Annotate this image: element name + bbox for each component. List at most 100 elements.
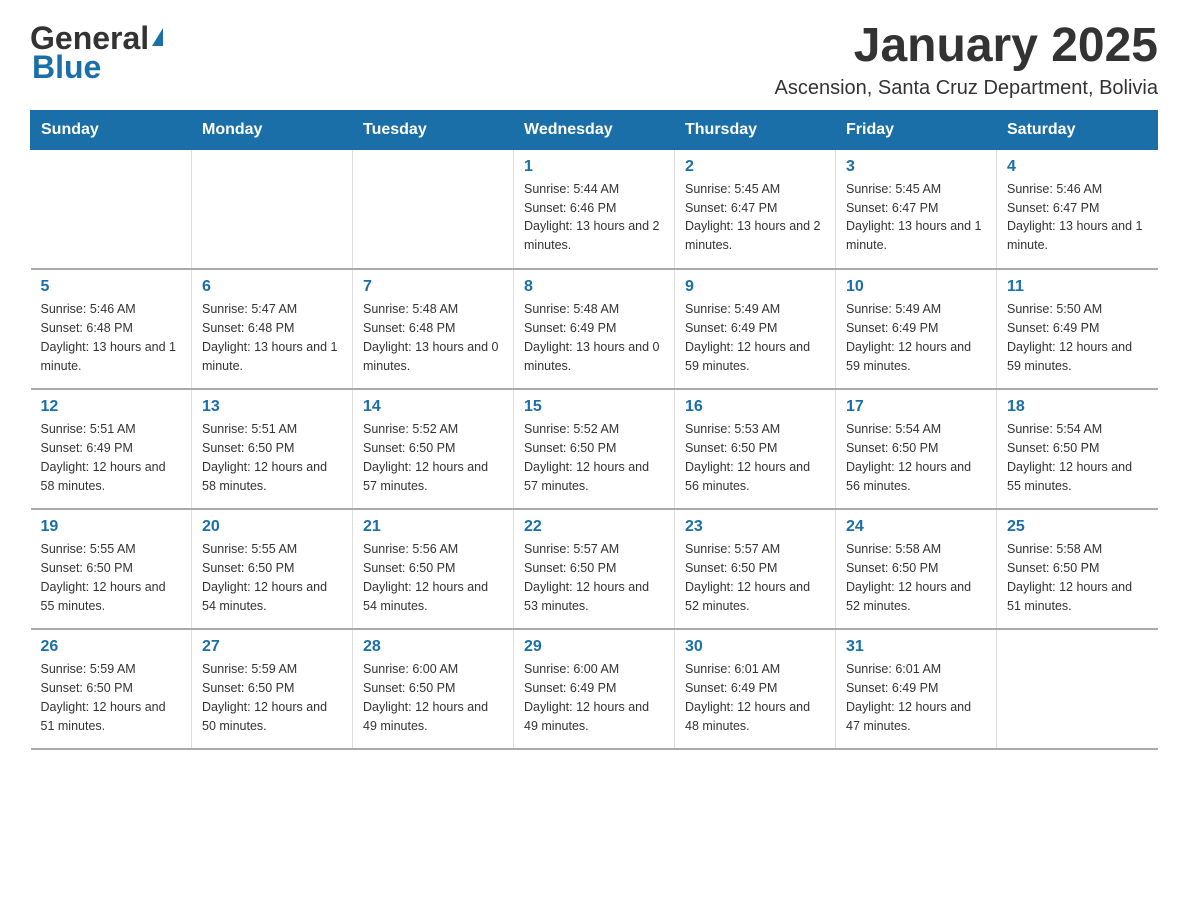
weekday-header-thursday: Thursday bbox=[675, 110, 836, 149]
day-info: Sunrise: 5:57 AM Sunset: 6:50 PM Dayligh… bbox=[524, 540, 664, 615]
day-info: Sunrise: 5:48 AM Sunset: 6:49 PM Dayligh… bbox=[524, 300, 664, 375]
calendar-header-row: SundayMondayTuesdayWednesdayThursdayFrid… bbox=[31, 110, 1158, 149]
day-info: Sunrise: 5:48 AM Sunset: 6:48 PM Dayligh… bbox=[363, 300, 503, 375]
calendar-cell: 21Sunrise: 5:56 AM Sunset: 6:50 PM Dayli… bbox=[353, 509, 514, 629]
calendar-cell: 10 Sunrise: 5:49 AM Sunset: 6:49 PM Dayli… bbox=[836, 269, 997, 389]
day-info: Sunrise: 5:59 AM Sunset: 6:50 PM Dayligh… bbox=[41, 660, 182, 735]
page-title: January 2025 bbox=[774, 20, 1158, 73]
day-info: Sunrise: 5:51 AM Sunset: 6:50 PM Dayligh… bbox=[202, 420, 342, 495]
day-info: Sunrise: 5:49 AM Sunset: 6:49 PM Dayligh… bbox=[685, 300, 825, 375]
calendar-week-1: 1 Sunrise: 5:44 AM Sunset: 6:46 PM Daylig… bbox=[31, 149, 1158, 269]
calendar-cell: 27 Sunrise: 5:59 AM Sunset: 6:50 PM Dayli… bbox=[192, 629, 353, 749]
day-info: Sunrise: 6:01 AM Sunset: 6:49 PM Dayligh… bbox=[685, 660, 825, 735]
day-info: Sunrise: 6:00 AM Sunset: 6:49 PM Dayligh… bbox=[524, 660, 664, 735]
calendar-cell: 3Sunrise: 5:45 AM Sunset: 6:47 PM Daylig… bbox=[836, 149, 997, 269]
day-number: 22 bbox=[524, 518, 664, 536]
logo-triangle-icon bbox=[152, 28, 163, 46]
day-number: 4 bbox=[1007, 158, 1148, 176]
calendar-week-3: 12 Sunrise: 5:51 AM Sunset: 6:49 PM Dayli… bbox=[31, 389, 1158, 509]
title-block: January 2025 Ascension, Santa Cruz Depar… bbox=[774, 20, 1158, 100]
day-info: Sunrise: 5:55 AM Sunset: 6:50 PM Dayligh… bbox=[202, 540, 342, 615]
calendar-cell: 30 Sunrise: 6:01 AM Sunset: 6:49 PM Dayli… bbox=[675, 629, 836, 749]
calendar-cell: 1 Sunrise: 5:44 AM Sunset: 6:46 PM Daylig… bbox=[514, 149, 675, 269]
calendar-cell: 12 Sunrise: 5:51 AM Sunset: 6:49 PM Dayli… bbox=[31, 389, 192, 509]
weekday-header-saturday: Saturday bbox=[997, 110, 1158, 149]
day-number: 5 bbox=[41, 278, 182, 296]
day-info: Sunrise: 5:46 AM Sunset: 6:47 PM Dayligh… bbox=[1007, 180, 1148, 255]
calendar-week-4: 19Sunrise: 5:55 AM Sunset: 6:50 PM Dayli… bbox=[31, 509, 1158, 629]
calendar-cell: 31 Sunrise: 6:01 AM Sunset: 6:49 PM Dayli… bbox=[836, 629, 997, 749]
calendar-cell: 17 Sunrise: 5:54 AM Sunset: 6:50 PM Dayli… bbox=[836, 389, 997, 509]
day-number: 15 bbox=[524, 398, 664, 416]
day-number: 8 bbox=[524, 278, 664, 296]
day-info: Sunrise: 5:58 AM Sunset: 6:50 PM Dayligh… bbox=[846, 540, 986, 615]
day-info: Sunrise: 5:50 AM Sunset: 6:49 PM Dayligh… bbox=[1007, 300, 1148, 375]
calendar-cell bbox=[353, 149, 514, 269]
day-info: Sunrise: 5:45 AM Sunset: 6:47 PM Dayligh… bbox=[685, 180, 825, 255]
day-info: Sunrise: 5:53 AM Sunset: 6:50 PM Dayligh… bbox=[685, 420, 825, 495]
day-number: 24 bbox=[846, 518, 986, 536]
calendar-cell: 16Sunrise: 5:53 AM Sunset: 6:50 PM Dayli… bbox=[675, 389, 836, 509]
day-number: 27 bbox=[202, 638, 342, 656]
day-number: 25 bbox=[1007, 518, 1148, 536]
day-info: Sunrise: 5:52 AM Sunset: 6:50 PM Dayligh… bbox=[524, 420, 664, 495]
day-info: Sunrise: 5:54 AM Sunset: 6:50 PM Dayligh… bbox=[846, 420, 986, 495]
day-number: 10 bbox=[846, 278, 986, 296]
day-info: Sunrise: 5:58 AM Sunset: 6:50 PM Dayligh… bbox=[1007, 540, 1148, 615]
day-number: 1 bbox=[524, 158, 664, 176]
calendar-cell: 5 Sunrise: 5:46 AM Sunset: 6:48 PM Daylig… bbox=[31, 269, 192, 389]
calendar-cell: 6Sunrise: 5:47 AM Sunset: 6:48 PM Daylig… bbox=[192, 269, 353, 389]
calendar-table: SundayMondayTuesdayWednesdayThursdayFrid… bbox=[30, 110, 1158, 751]
calendar-cell: 28Sunrise: 6:00 AM Sunset: 6:50 PM Dayli… bbox=[353, 629, 514, 749]
day-number: 12 bbox=[41, 398, 182, 416]
calendar-cell: 26 Sunrise: 5:59 AM Sunset: 6:50 PM Dayli… bbox=[31, 629, 192, 749]
day-number: 26 bbox=[41, 638, 182, 656]
calendar-week-5: 26 Sunrise: 5:59 AM Sunset: 6:50 PM Dayli… bbox=[31, 629, 1158, 749]
day-number: 31 bbox=[846, 638, 986, 656]
day-number: 13 bbox=[202, 398, 342, 416]
calendar-cell: 18 Sunrise: 5:54 AM Sunset: 6:50 PM Dayli… bbox=[997, 389, 1158, 509]
calendar-cell: 19Sunrise: 5:55 AM Sunset: 6:50 PM Dayli… bbox=[31, 509, 192, 629]
calendar-cell: 29 Sunrise: 6:00 AM Sunset: 6:49 PM Dayli… bbox=[514, 629, 675, 749]
calendar-cell: 13 Sunrise: 5:51 AM Sunset: 6:50 PM Dayli… bbox=[192, 389, 353, 509]
day-info: Sunrise: 5:52 AM Sunset: 6:50 PM Dayligh… bbox=[363, 420, 503, 495]
calendar-cell: 22 Sunrise: 5:57 AM Sunset: 6:50 PM Dayli… bbox=[514, 509, 675, 629]
day-info: Sunrise: 5:54 AM Sunset: 6:50 PM Dayligh… bbox=[1007, 420, 1148, 495]
calendar-cell: 2 Sunrise: 5:45 AM Sunset: 6:47 PM Daylig… bbox=[675, 149, 836, 269]
calendar-cell: 7Sunrise: 5:48 AM Sunset: 6:48 PM Daylig… bbox=[353, 269, 514, 389]
day-info: Sunrise: 5:46 AM Sunset: 6:48 PM Dayligh… bbox=[41, 300, 182, 375]
day-number: 6 bbox=[202, 278, 342, 296]
calendar-cell: 24 Sunrise: 5:58 AM Sunset: 6:50 PM Dayli… bbox=[836, 509, 997, 629]
day-number: 30 bbox=[685, 638, 825, 656]
day-number: 17 bbox=[846, 398, 986, 416]
day-info: Sunrise: 5:51 AM Sunset: 6:49 PM Dayligh… bbox=[41, 420, 182, 495]
day-number: 29 bbox=[524, 638, 664, 656]
day-info: Sunrise: 5:49 AM Sunset: 6:49 PM Dayligh… bbox=[846, 300, 986, 375]
day-info: Sunrise: 5:57 AM Sunset: 6:50 PM Dayligh… bbox=[685, 540, 825, 615]
day-number: 23 bbox=[685, 518, 825, 536]
day-number: 20 bbox=[202, 518, 342, 536]
day-info: Sunrise: 6:01 AM Sunset: 6:49 PM Dayligh… bbox=[846, 660, 986, 735]
logo: General Blue bbox=[30, 20, 163, 86]
calendar-cell: 4 Sunrise: 5:46 AM Sunset: 6:47 PM Daylig… bbox=[997, 149, 1158, 269]
day-info: Sunrise: 6:00 AM Sunset: 6:50 PM Dayligh… bbox=[363, 660, 503, 735]
calendar-cell: 11 Sunrise: 5:50 AM Sunset: 6:49 PM Dayli… bbox=[997, 269, 1158, 389]
day-number: 9 bbox=[685, 278, 825, 296]
calendar-cell: 8 Sunrise: 5:48 AM Sunset: 6:49 PM Daylig… bbox=[514, 269, 675, 389]
day-number: 2 bbox=[685, 158, 825, 176]
weekday-header-wednesday: Wednesday bbox=[514, 110, 675, 149]
weekday-header-monday: Monday bbox=[192, 110, 353, 149]
day-number: 11 bbox=[1007, 278, 1148, 296]
calendar-cell bbox=[192, 149, 353, 269]
weekday-header-friday: Friday bbox=[836, 110, 997, 149]
day-number: 21 bbox=[363, 518, 503, 536]
page-subtitle: Ascension, Santa Cruz Department, Bolivi… bbox=[774, 77, 1158, 100]
page-header: General Blue January 2025 Ascension, San… bbox=[30, 20, 1158, 100]
calendar-cell: 15 Sunrise: 5:52 AM Sunset: 6:50 PM Dayli… bbox=[514, 389, 675, 509]
day-number: 18 bbox=[1007, 398, 1148, 416]
day-info: Sunrise: 5:59 AM Sunset: 6:50 PM Dayligh… bbox=[202, 660, 342, 735]
day-info: Sunrise: 5:55 AM Sunset: 6:50 PM Dayligh… bbox=[41, 540, 182, 615]
day-number: 14 bbox=[363, 398, 503, 416]
day-info: Sunrise: 5:44 AM Sunset: 6:46 PM Dayligh… bbox=[524, 180, 664, 255]
calendar-cell: 14 Sunrise: 5:52 AM Sunset: 6:50 PM Dayli… bbox=[353, 389, 514, 509]
